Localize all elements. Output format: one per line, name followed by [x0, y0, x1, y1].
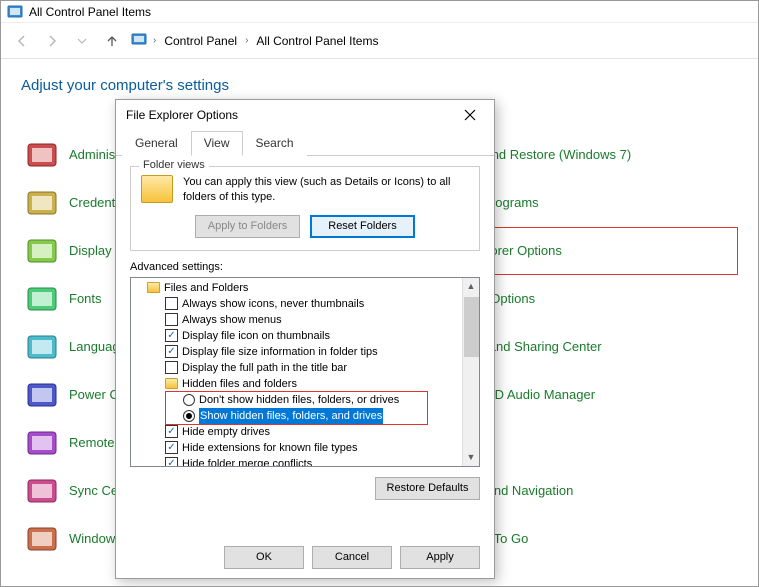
file-explorer-options-dialog: File Explorer Options General View Searc…: [115, 99, 495, 579]
tree-label: Show hidden files, folders, and drives: [199, 408, 383, 424]
tree-check-option[interactable]: Always show icons, never thumbnails: [131, 296, 479, 312]
dialog-footer: OK Cancel Apply: [116, 536, 494, 578]
nav-up-button[interactable]: [101, 30, 123, 52]
folder-icon: [147, 282, 160, 293]
tree-label: Display the full path in the title bar: [182, 360, 347, 376]
nav-forward-button[interactable]: [41, 30, 63, 52]
tree-scrollbar[interactable]: ▲ ▼: [462, 278, 479, 466]
address-icon: [131, 31, 147, 50]
apply-to-folders-button[interactable]: Apply to Folders: [195, 215, 300, 238]
cp-item-icon: [25, 330, 59, 364]
tree-check-option[interactable]: ✓ Hide folder merge conflicts: [131, 456, 479, 467]
tree-label: Display file icon on thumbnails: [182, 328, 330, 344]
checkbox-icon: ✓: [165, 425, 178, 438]
control-panel-icon: [7, 4, 23, 20]
folder-views-text: You can apply this view (such as Details…: [183, 175, 469, 205]
tab-search[interactable]: Search: [243, 131, 307, 156]
advanced-settings-label: Advanced settings:: [130, 261, 480, 273]
tree-check-option[interactable]: ✓ Hide extensions for known file types: [131, 440, 479, 456]
tree-check-option[interactable]: ✓ Display file icon on thumbnails: [131, 328, 479, 344]
tree-label: Hidden files and folders: [182, 376, 297, 392]
tab-general[interactable]: General: [122, 131, 191, 156]
window-titlebar: All Control Panel Items: [1, 1, 758, 23]
breadcrumb-separator: ›: [245, 35, 248, 46]
window-title: All Control Panel Items: [29, 5, 151, 19]
page-heading: Adjust your computer's settings: [21, 77, 758, 94]
reset-folders-button[interactable]: Reset Folders: [310, 215, 415, 238]
tree-label: Always show menus: [182, 312, 282, 328]
radio-icon: [183, 394, 195, 406]
tree-label: Display file size information in folder …: [182, 344, 378, 360]
scroll-thumb[interactable]: [464, 297, 479, 357]
tree-label: Hide folder merge conflicts: [182, 456, 312, 467]
tree-check-option[interactable]: ✓ Hide empty drives: [131, 424, 479, 440]
tree-label: Don't show hidden files, folders, or dri…: [199, 392, 399, 408]
cp-item-icon: [25, 426, 59, 460]
cp-item-icon: [25, 522, 59, 556]
tree-label: Always show icons, never thumbnails: [182, 296, 364, 312]
tab-view[interactable]: View: [191, 131, 243, 156]
cancel-button[interactable]: Cancel: [312, 546, 392, 569]
scroll-up-button[interactable]: ▲: [463, 278, 479, 295]
tree-label: Files and Folders: [164, 280, 248, 296]
checkbox-icon: ✓: [165, 441, 178, 454]
folder-icon: [165, 378, 178, 389]
cp-item-icon: [25, 282, 59, 316]
tree-root-folder[interactable]: Files and Folders: [131, 280, 479, 296]
tree-check-option[interactable]: ✓ Display file size information in folder…: [131, 344, 479, 360]
nav-recent-dropdown[interactable]: [71, 30, 93, 52]
breadcrumb-separator: ›: [153, 35, 156, 46]
cp-item-icon: [25, 378, 59, 412]
dialog-tabs: General View Search: [116, 130, 494, 156]
checkbox-icon: [165, 297, 178, 310]
folder-icon: [141, 175, 173, 203]
cp-item-label: Display: [69, 243, 112, 259]
dialog-titlebar: File Explorer Options: [116, 100, 494, 130]
tree-label: Hide empty drives: [182, 424, 270, 440]
folder-views-legend: Folder views: [139, 159, 209, 171]
tree-label: Hide extensions for known file types: [182, 440, 357, 456]
checkbox-icon: ✓: [165, 329, 178, 342]
ok-button[interactable]: OK: [224, 546, 304, 569]
address-bar[interactable]: › Control Panel › All Control Panel Item…: [131, 29, 748, 53]
apply-button[interactable]: Apply: [400, 546, 480, 569]
checkbox-icon: ✓: [165, 457, 178, 467]
control-panel-window: All Control Panel Items › Control Panel …: [0, 0, 759, 587]
breadcrumb-item[interactable]: Control Panel: [162, 32, 239, 50]
tree-folder[interactable]: Hidden files and folders: [131, 376, 479, 392]
dialog-title: File Explorer Options: [126, 108, 238, 122]
cp-item-icon: [25, 474, 59, 508]
tree-radio-option[interactable]: Show hidden files, folders, and drives: [131, 408, 479, 424]
breadcrumb-item[interactable]: All Control Panel Items: [254, 32, 380, 50]
dialog-body: Folder views You can apply this view (su…: [116, 156, 494, 510]
folder-views-group: Folder views You can apply this view (su…: [130, 166, 480, 251]
cp-item-icon: [25, 138, 59, 172]
restore-defaults-button[interactable]: Restore Defaults: [375, 477, 480, 500]
radio-icon: [183, 410, 195, 422]
scroll-down-button[interactable]: ▼: [463, 449, 479, 466]
checkbox-icon: ✓: [165, 345, 178, 358]
navigation-bar: › Control Panel › All Control Panel Item…: [1, 23, 758, 59]
advanced-settings-tree[interactable]: Files and FoldersAlways show icons, neve…: [130, 277, 480, 467]
dialog-close-button[interactable]: [456, 104, 484, 126]
checkbox-icon: [165, 313, 178, 326]
cp-item-icon: [25, 234, 59, 268]
checkbox-icon: [165, 361, 178, 374]
tree-check-option[interactable]: Display the full path in the title bar: [131, 360, 479, 376]
cp-item-label: Fonts: [69, 291, 102, 307]
tree-radio-option[interactable]: Don't show hidden files, folders, or dri…: [131, 392, 479, 408]
tree-check-option[interactable]: Always show menus: [131, 312, 479, 328]
cp-item-icon: [25, 186, 59, 220]
nav-back-button[interactable]: [11, 30, 33, 52]
